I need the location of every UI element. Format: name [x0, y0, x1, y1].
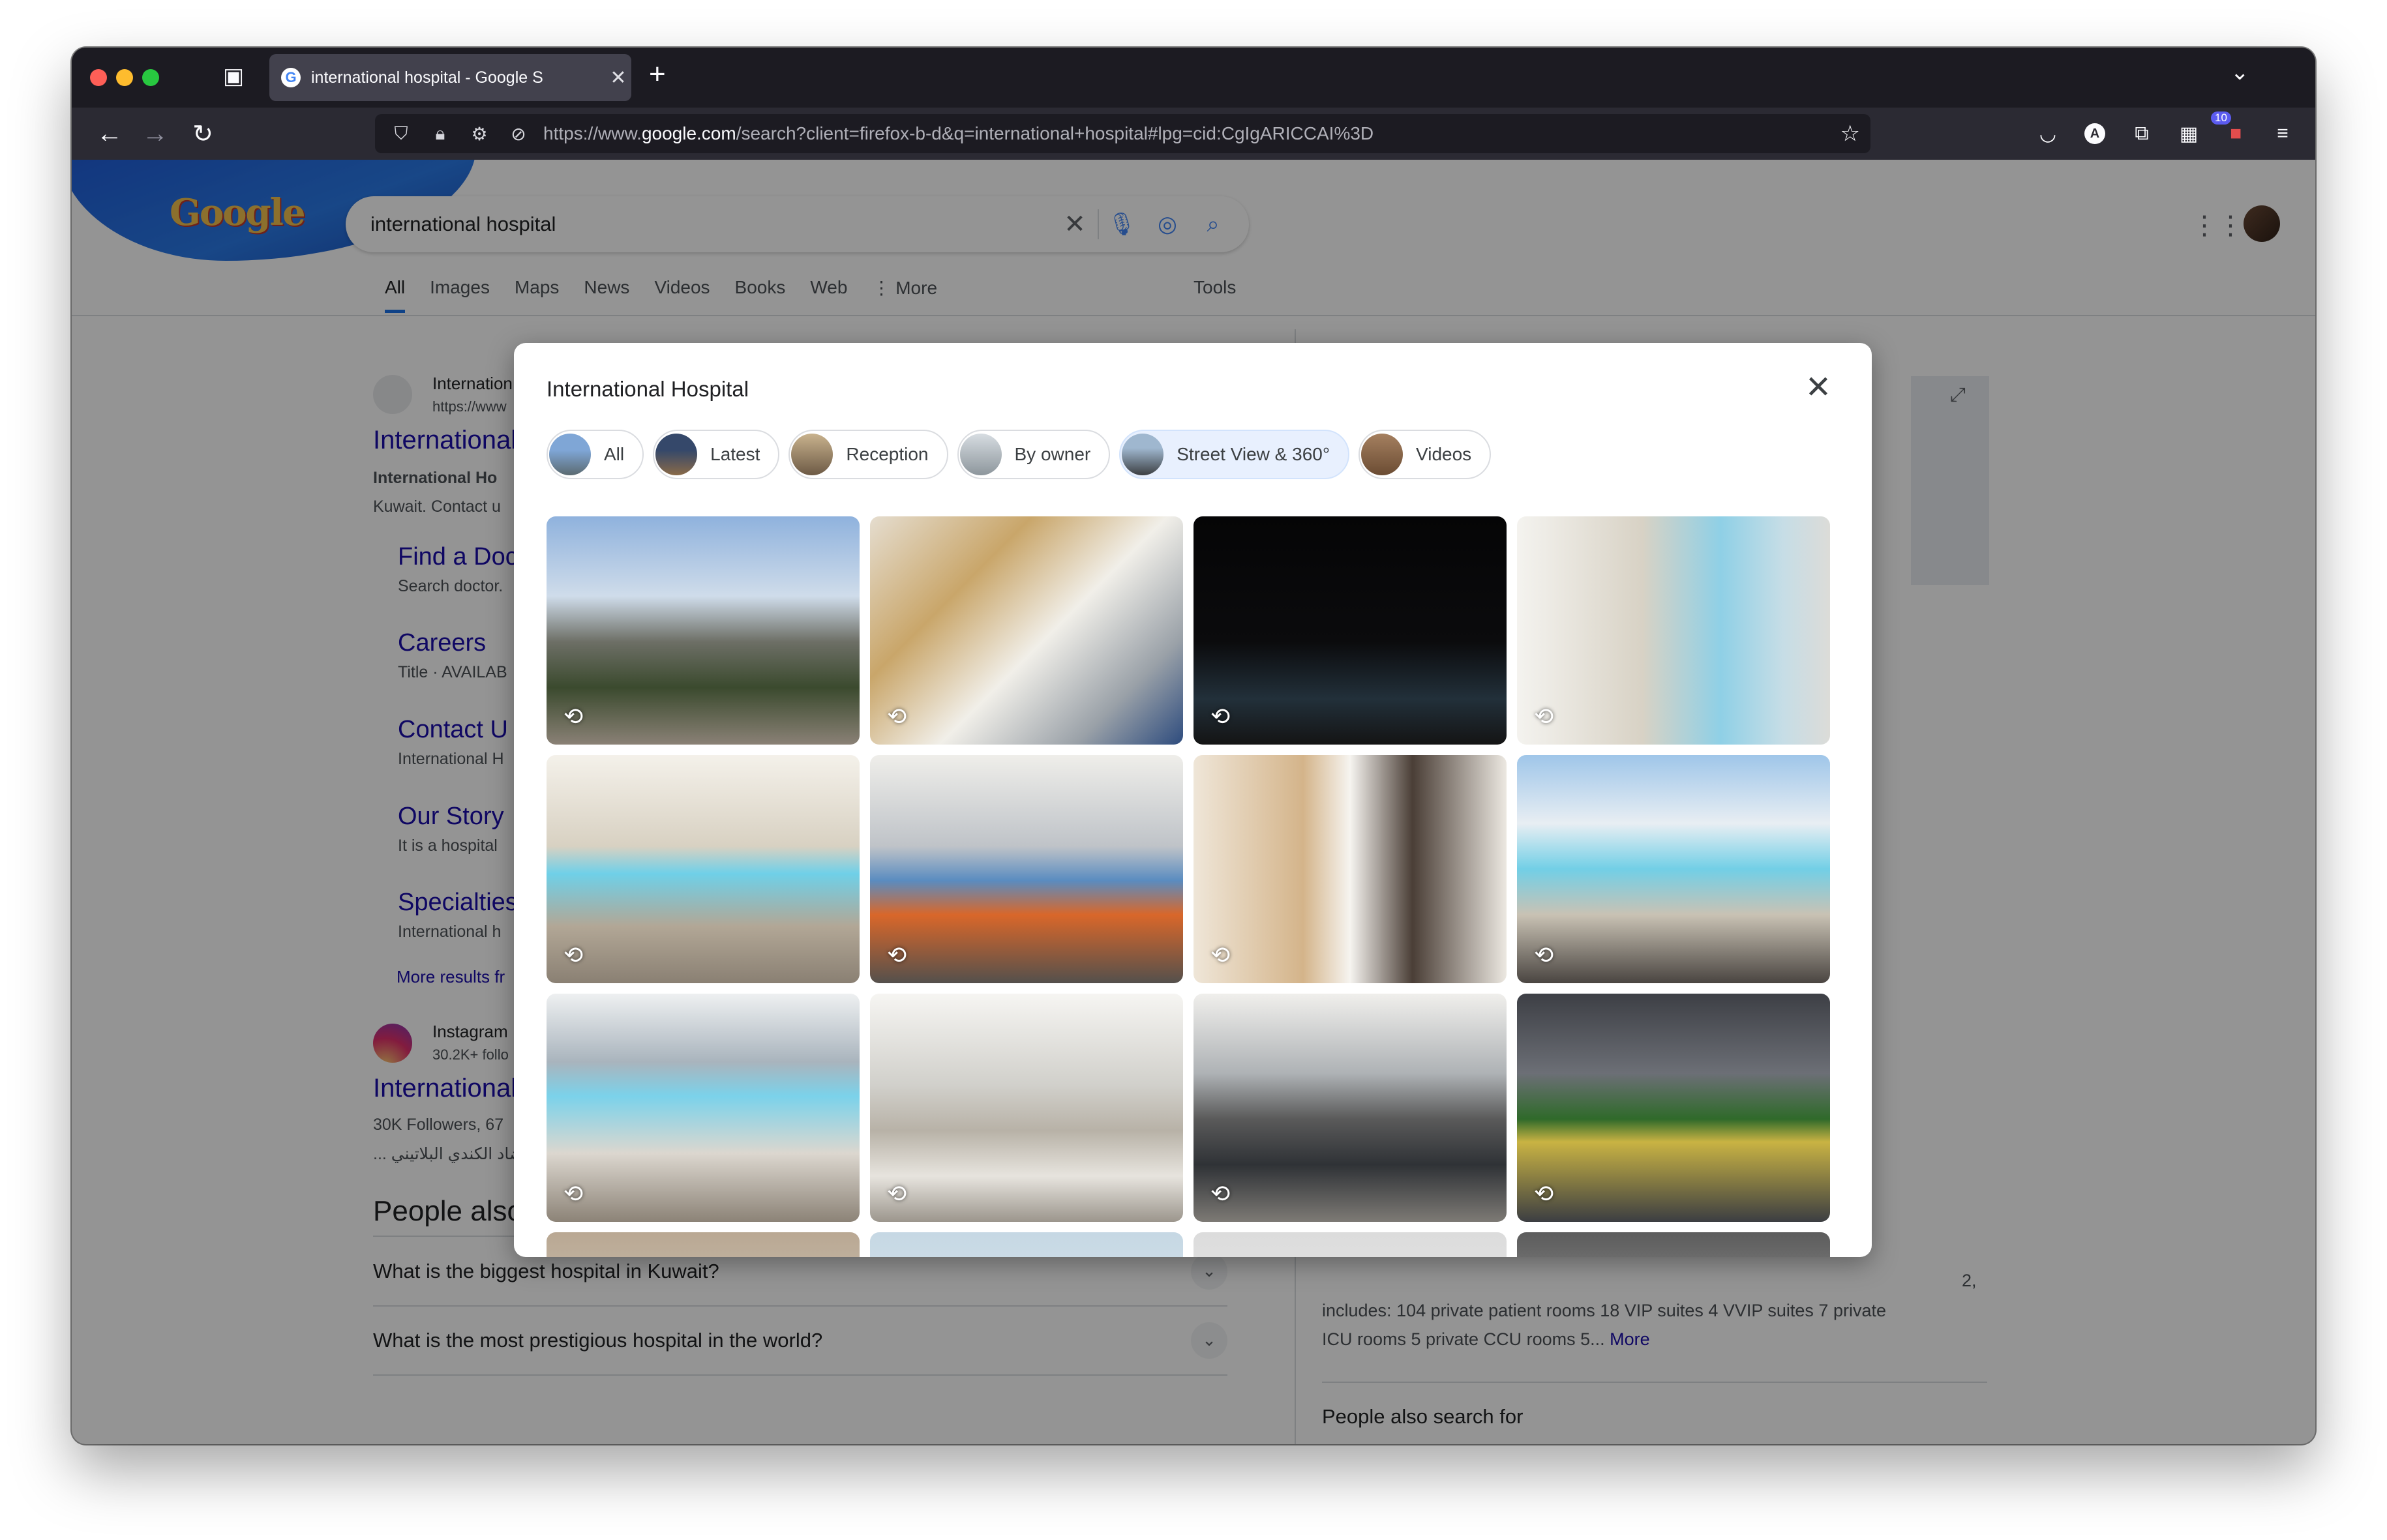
back-arrow-icon[interactable]: ← — [91, 115, 128, 152]
close-icon[interactable]: ✕ — [1799, 368, 1838, 407]
chip-thumbnail — [1361, 434, 1404, 475]
street-view-photo[interactable] — [870, 1232, 1183, 1257]
360-icon: ⟲ — [1534, 1180, 1554, 1207]
permissions-icon[interactable]: ⚙ — [466, 123, 492, 145]
pocket-icon[interactable]: ◡ — [2034, 119, 2062, 148]
360-icon: ⟲ — [1534, 703, 1554, 730]
chip-by-owner[interactable]: By owner — [957, 430, 1111, 479]
street-view-photo[interactable] — [1194, 1232, 1507, 1257]
bookmark-star-icon[interactable]: ☆ — [1840, 121, 1860, 147]
360-icon: ⟲ — [887, 1180, 907, 1207]
new-tab-button[interactable]: + — [649, 58, 666, 91]
street-view-photo[interactable] — [547, 1232, 860, 1257]
notification-count-badge: 10 — [2211, 111, 2231, 125]
street-view-photo[interactable]: ⟲ — [1194, 755, 1507, 983]
360-icon: ⟲ — [1534, 941, 1554, 968]
street-view-photo[interactable]: ⟲ — [1517, 516, 1830, 745]
maximize-window-button[interactable] — [142, 69, 159, 86]
chip-latest[interactable]: Latest — [653, 430, 780, 479]
tab-bar: ▣ G international hospital - Google S ✕ … — [72, 48, 2315, 108]
chip-street-view-360[interactable]: Street View & 360° — [1119, 430, 1350, 479]
360-icon: ⟲ — [887, 703, 907, 730]
360-icon: ⟲ — [563, 941, 584, 968]
chip-thumbnail — [959, 434, 1002, 475]
active-tab[interactable]: G international hospital - Google S ✕ — [269, 54, 631, 101]
navigation-toolbar: ← → ↻ ⛉ 🔒︎ ⚙ ⊘ https://www.google.com/se… — [72, 108, 2315, 161]
close-window-button[interactable] — [90, 69, 107, 86]
photos-modal: International Hospital ✕ All Latest Rece… — [514, 343, 1872, 1257]
forward-arrow-icon[interactable]: → — [137, 115, 173, 152]
list-tabs-chevron-icon[interactable]: ⌄ — [2230, 59, 2249, 85]
tab-title: international hospital - Google S — [311, 68, 543, 87]
street-view-photo[interactable]: ⟲ — [870, 516, 1183, 745]
lock-icon[interactable]: 🔒︎ — [427, 123, 453, 145]
account-icon[interactable]: A — [2080, 119, 2109, 148]
street-view-photo[interactable]: ⟲ — [870, 755, 1183, 983]
chip-thumbnail — [655, 434, 698, 475]
street-view-photo[interactable]: ⟲ — [1194, 516, 1507, 745]
shield-icon[interactable]: ⛉ — [388, 123, 414, 145]
tracking-blocked-icon[interactable]: ⊘ — [505, 123, 532, 145]
street-view-photo[interactable]: ⟲ — [1517, 755, 1830, 983]
google-favicon-icon: G — [281, 68, 301, 87]
modal-title: International Hospital — [547, 377, 749, 401]
tab-overview-icon[interactable]: ▣ — [223, 63, 244, 89]
street-view-photo[interactable]: ⟲ — [1517, 994, 1830, 1222]
chip-thumbnail — [549, 434, 591, 475]
360-icon: ⟲ — [563, 1180, 584, 1207]
minimize-window-button[interactable] — [116, 69, 133, 86]
photo-filter-chips: All Latest Reception By owner Street Vie… — [547, 430, 1492, 479]
street-view-photo[interactable]: ⟲ — [870, 994, 1183, 1222]
360-icon: ⟲ — [1210, 703, 1231, 730]
reload-icon[interactable]: ↻ — [185, 115, 221, 152]
street-view-photo[interactable]: ⟲ — [547, 994, 860, 1222]
chip-thumbnail — [1122, 434, 1164, 475]
chip-videos[interactable]: Videos — [1359, 430, 1492, 479]
url-bar[interactable]: ⛉ 🔒︎ ⚙ ⊘ https://www.google.com/search?c… — [375, 114, 1870, 153]
street-view-photo[interactable]: ⟲ — [547, 755, 860, 983]
hamburger-menu-icon[interactable]: ≡ — [2268, 119, 2297, 148]
qr-code-icon[interactable]: ▦ — [2174, 119, 2203, 148]
360-icon: ⟲ — [1210, 941, 1231, 968]
chip-thumbnail — [791, 434, 833, 475]
url-text[interactable]: https://www.google.com/search?client=fir… — [543, 123, 1840, 144]
close-tab-icon[interactable]: ✕ — [605, 67, 631, 89]
360-icon: ⟲ — [887, 941, 907, 968]
chip-reception[interactable]: Reception — [788, 430, 948, 479]
street-view-photo[interactable]: ⟲ — [1194, 994, 1507, 1222]
street-view-photo[interactable] — [1517, 1232, 1830, 1257]
extensions-icon[interactable]: ⧉ — [2127, 119, 2156, 148]
360-icon: ⟲ — [1210, 1180, 1231, 1207]
360-icon: ⟲ — [563, 703, 584, 730]
chip-all[interactable]: All — [547, 430, 644, 479]
street-view-photo[interactable]: ⟲ — [547, 516, 860, 745]
